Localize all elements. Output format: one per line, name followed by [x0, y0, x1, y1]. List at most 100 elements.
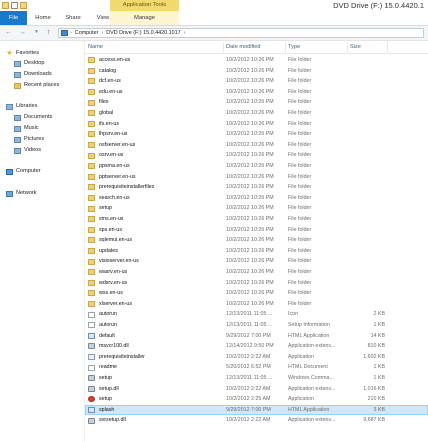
file-row[interactable]: osrv.en-us 10/2/2012 10:26 PM File folder — [85, 150, 428, 161]
tab-file[interactable]: File — [0, 11, 27, 25]
nav-item-videos[interactable]: Videos — [14, 146, 41, 155]
dll-icon — [88, 385, 95, 392]
file-row[interactable]: updates 10/2/2012 10:26 PM File folder — [85, 246, 428, 257]
column-header-size[interactable]: Size — [347, 41, 387, 53]
chevron-right-icon: › — [183, 30, 186, 36]
file-name-cell: access.en-us — [88, 55, 222, 66]
tab-manage[interactable]: Manage — [110, 11, 179, 25]
file-row[interactable]: xlserver.en-us 10/2/2012 10:26 PM File fol… — [85, 299, 428, 310]
file-name-cell: setup — [88, 394, 222, 405]
file-type: File folder — [288, 226, 312, 233]
file-size — [348, 288, 385, 299]
recent-locations-icon[interactable]: ▼ — [32, 28, 41, 37]
nav-item-downloads[interactable]: Downloads — [14, 70, 52, 79]
folder-icon — [88, 110, 95, 117]
window-title: DVD Drive (F:) 15.0.4420.1 — [333, 1, 424, 10]
nav-libraries[interactable]: Libraries — [6, 102, 37, 111]
file-row[interactable]: catalog 10/2/2012 10:26 PM File folder — [85, 66, 428, 77]
file-name: search.en-us — [99, 194, 130, 201]
file-row[interactable]: svrsetup.dll 10/2/2012 2:22 AM Application… — [85, 415, 428, 426]
file-type: File folder — [288, 99, 312, 106]
file-type: File folder — [288, 247, 312, 254]
nav-label: Videos — [24, 147, 42, 153]
file-row[interactable]: files 10/2/2012 10:26 PM File folder — [85, 97, 428, 108]
file-row[interactable]: access.en-us 10/2/2012 10:26 PM File folde… — [85, 55, 428, 66]
nav-item-documents[interactable]: Documents — [14, 113, 52, 122]
file-row[interactable]: edu.en-us 10/2/2012 10:26 PM File folder — [85, 87, 428, 98]
nav-computer[interactable]: Computer — [6, 167, 41, 176]
folder-icon — [88, 120, 95, 127]
breadcrumb-dvd-drive[interactable]: DVD Drive (F:) 15.0.4420.1017 — [106, 30, 180, 36]
file-row[interactable]: msvcr100.dll 12/14/2012 9:50 PM Applicatio… — [85, 341, 428, 352]
column-header-date[interactable]: Date modified — [223, 41, 285, 53]
up-arrow-icon[interactable]: ↑ — [44, 28, 53, 37]
file-row[interactable]: wss.en-us 10/2/2012 10:26 PM File folder — [85, 288, 428, 299]
nav-item-recent-places[interactable]: Recent places — [14, 81, 59, 90]
file-row[interactable]: setup 10/2/2012 2:25 AM Application 210 KB — [85, 394, 428, 405]
file-name: global — [99, 110, 114, 116]
file-row[interactable]: pptserver.en-us 10/2/2012 10:26 PM File fo… — [85, 172, 428, 183]
file-name-cell: osrv.en-us — [88, 150, 222, 161]
nav-item-music[interactable]: Music — [14, 124, 39, 133]
folder-icon — [88, 195, 95, 202]
file-row[interactable]: ppsma.en-us 10/2/2012 10:26 PM File folder — [85, 161, 428, 172]
folder-icon — [88, 99, 95, 106]
breadcrumb-computer[interactable]: Computer — [75, 30, 99, 36]
file-row[interactable]: setup 10/2/2012 10:26 PM File folder — [85, 203, 428, 214]
file-name: wss.en-us — [99, 290, 123, 297]
file-row[interactable]: autorun 12/13/2011 11:05 ... Setup Informa… — [85, 320, 428, 331]
file-row[interactable]: default 9/29/2012 7:00 PM HTML Application… — [85, 331, 428, 342]
file-name-cell: updates — [88, 246, 222, 257]
column-divider[interactable] — [387, 42, 388, 52]
file-size — [348, 299, 385, 310]
file-row[interactable]: setup 12/13/2011 11:05 ... Windows Comma..… — [85, 373, 428, 384]
nav-item-desktop[interactable]: Desktop — [14, 59, 45, 68]
folder-icon — [88, 301, 95, 308]
tab-share[interactable]: Share — [58, 11, 88, 25]
file-row[interactable]: sps.en-us 10/2/2012 10:26 PM File folder — [85, 225, 428, 236]
ribbon-tabs: File Home Share View Manage — [0, 11, 428, 26]
file-row[interactable]: sms.en-us 10/2/2012 10:26 PM File folder — [85, 214, 428, 225]
file-row[interactable]: autorun 12/13/2011 11:05 ... Icon 2 KB — [85, 309, 428, 320]
nav-favorites[interactable]: ★ Favorites — [6, 49, 39, 58]
file-row[interactable]: prerequisiteinstaller 10/2/2012 2:22 AM Ap… — [85, 352, 428, 363]
folder-icon — [88, 57, 95, 64]
file-type: File folder — [288, 205, 312, 212]
file-row[interactable]: splash 9/29/2012 7:00 PM HTML Application 3… — [85, 404, 428, 416]
file-size — [348, 76, 385, 87]
address-box[interactable]: › Computer › DVD Drive (F:) 15.0.4420.10… — [58, 28, 424, 38]
file-row[interactable]: wasrv.en-us 10/2/2012 10:26 PM File folder — [85, 267, 428, 278]
file-row[interactable]: global 10/2/2012 10:26 PM File folder — [85, 108, 428, 119]
file-row[interactable]: readme 5/20/2012 6:52 PM HTML Document 1 KB — [85, 362, 428, 373]
office-setup-icon — [88, 396, 95, 403]
file-row[interactable]: osfserver.en-us 10/2/2012 10:26 PM File fo… — [85, 140, 428, 151]
file-date: 10/2/2012 10:26 PM — [226, 88, 274, 95]
file-row[interactable]: search.en-us 10/2/2012 10:26 PM File folde… — [85, 193, 428, 204]
file-row[interactable]: prerequisiteinstallerfiles 10/2/2012 10:2… — [85, 182, 428, 193]
file-row[interactable]: dcf.en-us 10/2/2012 10:26 PM File folder — [85, 76, 428, 87]
file-row[interactable]: setup.dll 10/2/2012 2:22 AM Application ex… — [85, 384, 428, 395]
network-icon — [6, 190, 13, 197]
forward-arrow-icon[interactable]: → — [18, 28, 27, 37]
file-name-cell: wss.en-us — [88, 288, 222, 299]
new-folder-icon[interactable] — [20, 2, 27, 9]
column-header-name[interactable]: Name — [85, 41, 223, 53]
file-name-cell: osfserver.en-us — [88, 140, 222, 151]
tab-home[interactable]: Home — [28, 11, 58, 25]
file-row[interactable]: wdsrv.en-us 10/2/2012 10:26 PM File folder — [85, 278, 428, 289]
file-date: 10/2/2012 10:26 PM — [226, 120, 274, 127]
file-row[interactable]: visioserver.en-us 10/2/2012 10:26 PM File … — [85, 256, 428, 267]
folder-icon[interactable] — [2, 2, 9, 9]
file-row[interactable]: ifs.en-us 10/2/2012 10:26 PM File folder — [85, 119, 428, 130]
column-header-type[interactable]: Type — [285, 41, 347, 53]
properties-icon[interactable] — [11, 2, 18, 9]
desktop-icon — [14, 60, 21, 67]
file-row[interactable]: sqlemui.en-us 10/2/2012 10:26 PM File fold… — [85, 235, 428, 246]
file-name-cell: dcf.en-us — [88, 76, 222, 87]
file-row[interactable]: lhpsrv.en-us 10/2/2012 10:26 PM File folde… — [85, 129, 428, 140]
address-bar-row: ← → ▼ ↑ › Computer › DVD Drive (F:) 15.0… — [0, 26, 428, 41]
nav-item-pictures[interactable]: Pictures — [14, 135, 44, 144]
back-arrow-icon[interactable]: ← — [4, 28, 13, 37]
nav-network[interactable]: Network — [6, 189, 37, 198]
cmd-icon — [88, 375, 95, 382]
